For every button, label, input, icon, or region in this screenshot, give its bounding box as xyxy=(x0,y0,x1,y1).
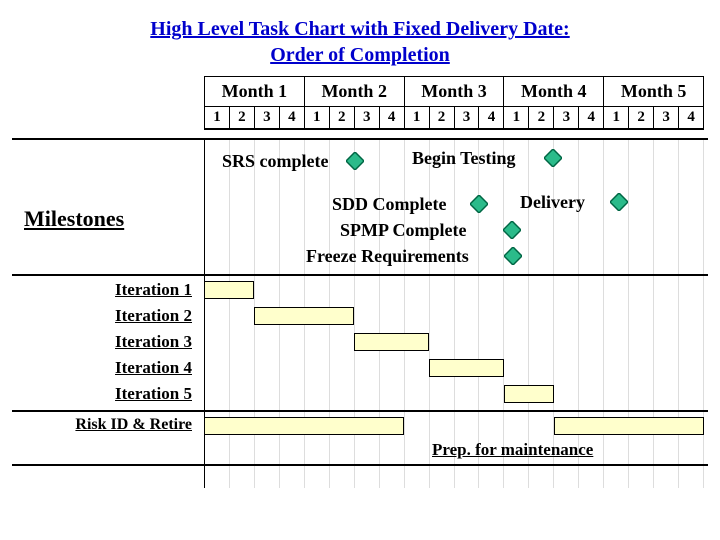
milestones-header: Milestones xyxy=(24,206,124,232)
milestone-begin-testing: Begin Testing xyxy=(412,148,516,169)
week-cell: 4 xyxy=(479,107,504,130)
bar-it1 xyxy=(204,281,254,299)
month-row: Month 1 Month 2 Month 3 Month 4 Month 5 xyxy=(204,76,704,107)
milestone-delivery: Delivery xyxy=(520,192,585,213)
month-cell: Month 5 xyxy=(604,77,704,107)
week-row: 1 2 3 4 1 2 3 4 1 2 3 4 1 2 3 4 1 2 3 4 xyxy=(204,107,704,130)
diamond-icon xyxy=(503,221,521,239)
page-title: High Level Task Chart with Fixed Deliver… xyxy=(0,0,720,68)
divider xyxy=(12,410,708,412)
bar-risk xyxy=(204,417,404,435)
week-cell: 4 xyxy=(280,107,305,130)
month-cell: Month 4 xyxy=(504,77,604,107)
milestone-srs: SRS complete xyxy=(222,151,329,172)
bar-it4 xyxy=(429,359,504,377)
bar-it5 xyxy=(504,385,554,403)
title-line-2: Order of Completion xyxy=(270,44,450,66)
row-label-it5: Iteration 5 xyxy=(12,384,192,404)
week-cell: 2 xyxy=(330,107,355,130)
prep-label: Prep. for maintenance xyxy=(432,440,593,460)
week-cell: 3 xyxy=(455,107,480,130)
bar-it2 xyxy=(254,307,354,325)
week-cell: 2 xyxy=(230,107,255,130)
week-cell: 4 xyxy=(579,107,604,130)
milestone-spmp: SPMP Complete xyxy=(340,220,466,241)
timeline-header: Month 1 Month 2 Month 3 Month 4 Month 5 … xyxy=(204,76,704,130)
week-cell: 1 xyxy=(405,107,430,130)
week-cell: 4 xyxy=(380,107,405,130)
week-cell: 1 xyxy=(504,107,529,130)
divider xyxy=(12,138,708,140)
diamond-icon xyxy=(470,195,488,213)
week-cell: 1 xyxy=(305,107,330,130)
diamond-icon xyxy=(610,193,628,211)
month-cell: Month 1 xyxy=(205,77,305,107)
row-label-it2: Iteration 2 xyxy=(12,306,192,326)
divider xyxy=(12,274,708,276)
week-cell: 3 xyxy=(654,107,679,130)
month-cell: Month 3 xyxy=(405,77,505,107)
week-cell: 2 xyxy=(629,107,654,130)
bar-prep xyxy=(554,417,704,435)
week-cell: 3 xyxy=(255,107,280,130)
week-cell: 2 xyxy=(529,107,554,130)
milestone-freeze: Freeze Requirements xyxy=(306,246,469,267)
diamond-icon xyxy=(544,149,562,167)
diamond-icon xyxy=(504,247,522,265)
row-label-it3: Iteration 3 xyxy=(12,332,192,352)
milestone-sdd: SDD Complete xyxy=(332,194,447,215)
row-label-it1: Iteration 1 xyxy=(12,280,192,300)
month-cell: Month 2 xyxy=(305,77,405,107)
row-label-it4: Iteration 4 xyxy=(12,358,192,378)
week-cell: 1 xyxy=(604,107,629,130)
title-line-1: High Level Task Chart with Fixed Deliver… xyxy=(150,18,569,40)
week-cell: 2 xyxy=(430,107,455,130)
divider xyxy=(12,464,708,466)
bar-it3 xyxy=(354,333,429,351)
week-cell: 1 xyxy=(205,107,230,130)
week-cell: 3 xyxy=(355,107,380,130)
week-cell: 3 xyxy=(554,107,579,130)
diamond-icon xyxy=(346,152,364,170)
week-cell: 4 xyxy=(679,107,704,130)
row-label-risk: Risk ID & Retire xyxy=(12,416,192,434)
